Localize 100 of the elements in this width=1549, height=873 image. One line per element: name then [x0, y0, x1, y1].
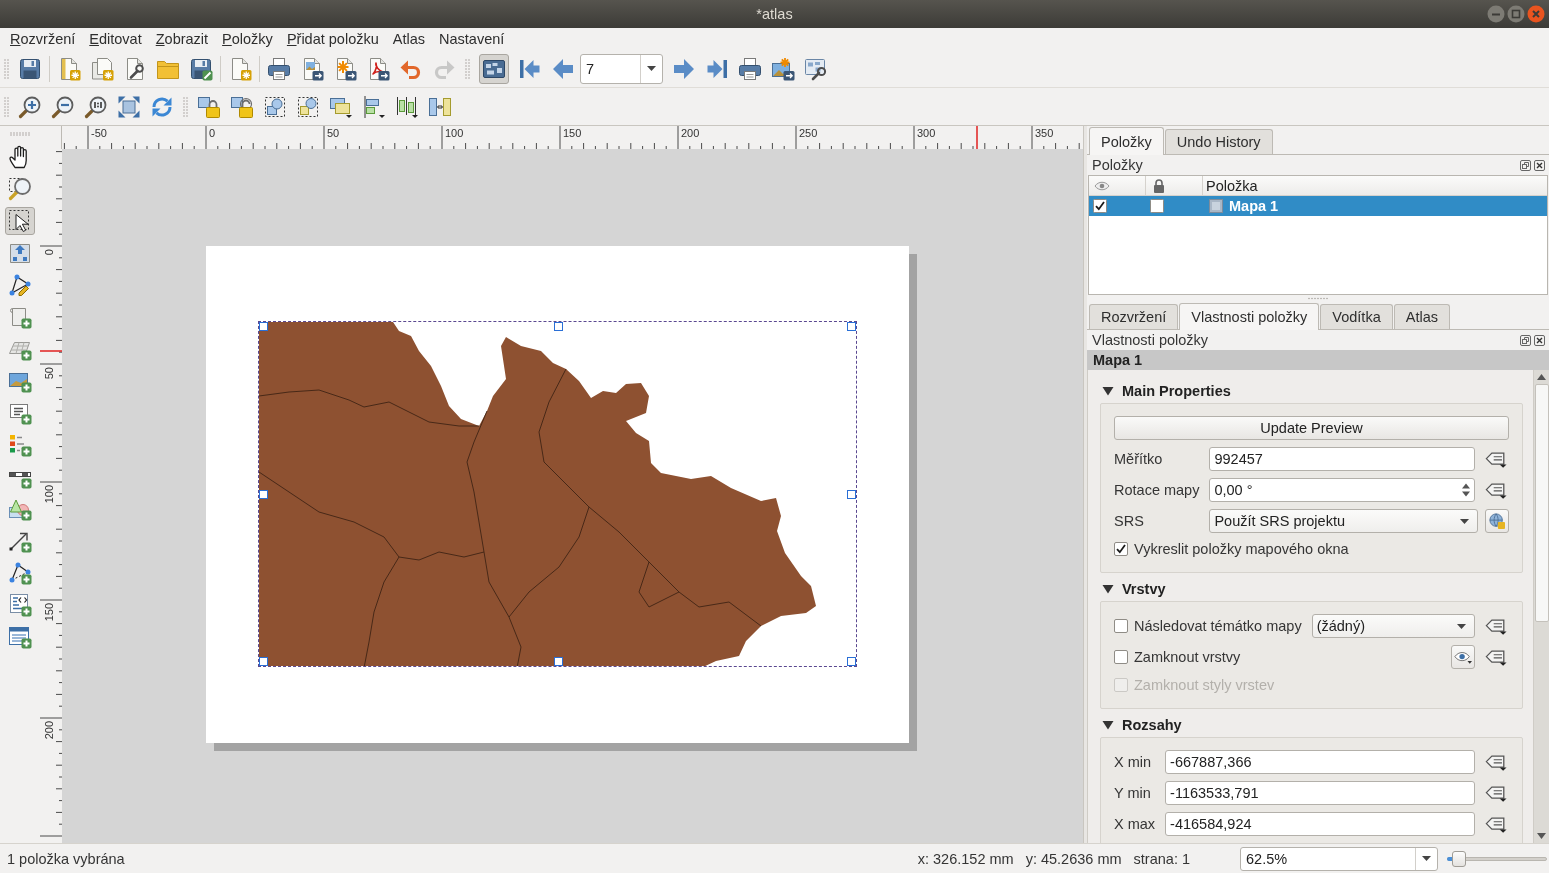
window-minimize-icon[interactable]	[1487, 5, 1505, 23]
text-field[interactable]: 992457	[1209, 447, 1475, 471]
printer-icon[interactable]	[738, 56, 762, 81]
scroll-up-icon[interactable]	[1537, 374, 1546, 380]
section-title[interactable]: Vrstvy	[1122, 581, 1166, 597]
add-table-icon	[8, 625, 32, 649]
refresh-icon[interactable]	[150, 94, 174, 119]
selection-handle[interactable]	[553, 657, 563, 666]
atlas-preview-button[interactable]	[479, 53, 509, 84]
disclosure-triangle-icon[interactable]	[1102, 584, 1114, 594]
item-row[interactable]: Mapa 1	[1089, 196, 1547, 216]
float-icon[interactable]	[1520, 334, 1531, 346]
grip-icon[interactable]	[183, 95, 188, 118]
spin-box[interactable]: 0,00 °	[1209, 478, 1475, 502]
zoom-slider[interactable]	[1447, 850, 1547, 867]
grip-icon[interactable]	[4, 57, 9, 80]
lock-items-icon[interactable]	[197, 94, 221, 119]
tag-dropdown-icon[interactable]	[1485, 481, 1507, 499]
tag-dropdown-icon[interactable]	[1485, 648, 1507, 666]
update-preview-button[interactable]: Update Preview	[1114, 416, 1509, 440]
column-header[interactable]: Položka	[1203, 176, 1547, 195]
zoom-out-icon[interactable]	[51, 94, 75, 119]
checkbox[interactable]	[1114, 542, 1128, 556]
selection-handle[interactable]	[847, 657, 856, 666]
checkbox[interactable]	[1114, 619, 1128, 633]
float-icon[interactable]	[1520, 159, 1531, 171]
panel-tab[interactable]: Atlas	[1393, 304, 1450, 329]
tag-dropdown-icon[interactable]	[1485, 784, 1507, 802]
tag-dropdown-icon[interactable]	[1485, 815, 1507, 833]
panel-tab[interactable]: Položky	[1089, 127, 1164, 155]
text-field[interactable]: -1163533,791	[1165, 781, 1475, 805]
section-title[interactable]: Rozsahy	[1122, 717, 1182, 733]
selection-handle[interactable]	[553, 322, 563, 331]
distribute-icon[interactable]	[395, 94, 419, 119]
theme-combo[interactable]: (žádný)	[1311, 614, 1475, 638]
selection-handle[interactable]	[259, 322, 268, 331]
ruler-label: 50	[327, 127, 340, 139]
tag-dropdown-icon[interactable]	[1485, 450, 1507, 468]
section-title[interactable]: Main Properties	[1122, 383, 1231, 399]
pages-star-icon[interactable]	[90, 56, 114, 81]
window-maximize-icon[interactable]	[1507, 5, 1525, 23]
scrollbar[interactable]	[1533, 370, 1549, 843]
caret-icon[interactable]	[1422, 856, 1431, 861]
selection-handle[interactable]	[847, 322, 856, 331]
menu-item[interactable]: Editovat	[82, 29, 149, 49]
atlas-page-combo[interactable]: 7	[580, 53, 663, 84]
panel-tab[interactable]: Vodítka	[1320, 304, 1393, 329]
group-icon[interactable]	[263, 94, 287, 119]
scrollbar-thumb[interactable]	[1534, 384, 1549, 622]
zoom-full-icon[interactable]	[117, 94, 141, 119]
slider-thumb[interactable]	[1452, 850, 1467, 867]
eye-button[interactable]	[1451, 645, 1475, 669]
menu-item[interactable]: Položky	[215, 29, 280, 49]
grip-icon[interactable]	[4, 95, 9, 118]
checkbox[interactable]	[1114, 650, 1128, 664]
tag-dropdown-icon[interactable]	[1485, 753, 1507, 771]
next-icon[interactable]	[672, 56, 696, 81]
disclosure-triangle-icon[interactable]	[1102, 386, 1114, 396]
text-field[interactable]: -667887,366	[1165, 750, 1475, 774]
map-wrench-icon[interactable]	[804, 56, 828, 81]
checkbox[interactable]	[1150, 199, 1164, 213]
globe-button[interactable]	[1485, 509, 1509, 533]
selection-handle[interactable]	[847, 490, 856, 499]
menu-item[interactable]: Nastavení	[432, 29, 512, 49]
scroll-down-icon[interactable]	[1537, 833, 1546, 839]
disclosure-triangle-icon[interactable]	[1102, 720, 1114, 730]
zoom-combo[interactable]: 62.5%	[1240, 846, 1438, 871]
menu-item[interactable]: Přidat položku	[279, 29, 386, 49]
spin-arrows-icon[interactable]	[1461, 481, 1471, 499]
save-pencil-icon[interactable]	[189, 56, 213, 81]
zoom-actual-icon[interactable]	[84, 94, 108, 119]
grip-icon[interactable]	[9, 132, 31, 136]
unlock-items-icon[interactable]	[230, 94, 254, 119]
select-tool[interactable]	[5, 207, 35, 235]
selection-handle[interactable]	[259, 657, 268, 666]
caret-icon[interactable]	[647, 66, 656, 71]
ruler-label: -50	[91, 127, 107, 139]
save-icon[interactable]	[18, 56, 42, 81]
menu-item[interactable]: Atlas	[385, 29, 432, 49]
panel-tab[interactable]: Vlastnosti položky	[1179, 303, 1320, 330]
printer-icon[interactable]	[267, 56, 291, 81]
menu-item[interactable]: Zobrazit	[148, 29, 216, 49]
grip-icon[interactable]	[1307, 297, 1329, 300]
caret-icon[interactable]	[1457, 623, 1466, 629]
ungroup-icon[interactable]	[296, 94, 320, 119]
crs-combo[interactable]: Použít SRS projektu	[1209, 509, 1478, 533]
menu-item[interactable]: Rozvržení	[3, 29, 83, 49]
close-icon[interactable]	[1534, 334, 1545, 346]
text-field[interactable]: -416584,924	[1165, 812, 1475, 836]
grip-icon[interactable]	[465, 57, 470, 80]
caret-icon[interactable]	[1460, 518, 1469, 524]
selection-handle[interactable]	[259, 490, 268, 499]
close-icon[interactable]	[1534, 159, 1545, 171]
tag-dropdown-icon[interactable]	[1485, 617, 1507, 635]
picture-export-icon[interactable]	[771, 56, 795, 81]
panel-tab[interactable]: Undo History	[1164, 129, 1273, 154]
checkbox[interactable]	[1093, 199, 1107, 213]
align-left-icon[interactable]	[362, 94, 386, 119]
panel-tab[interactable]: Rozvržení	[1089, 304, 1179, 329]
zoom-in-icon[interactable]	[18, 94, 42, 119]
